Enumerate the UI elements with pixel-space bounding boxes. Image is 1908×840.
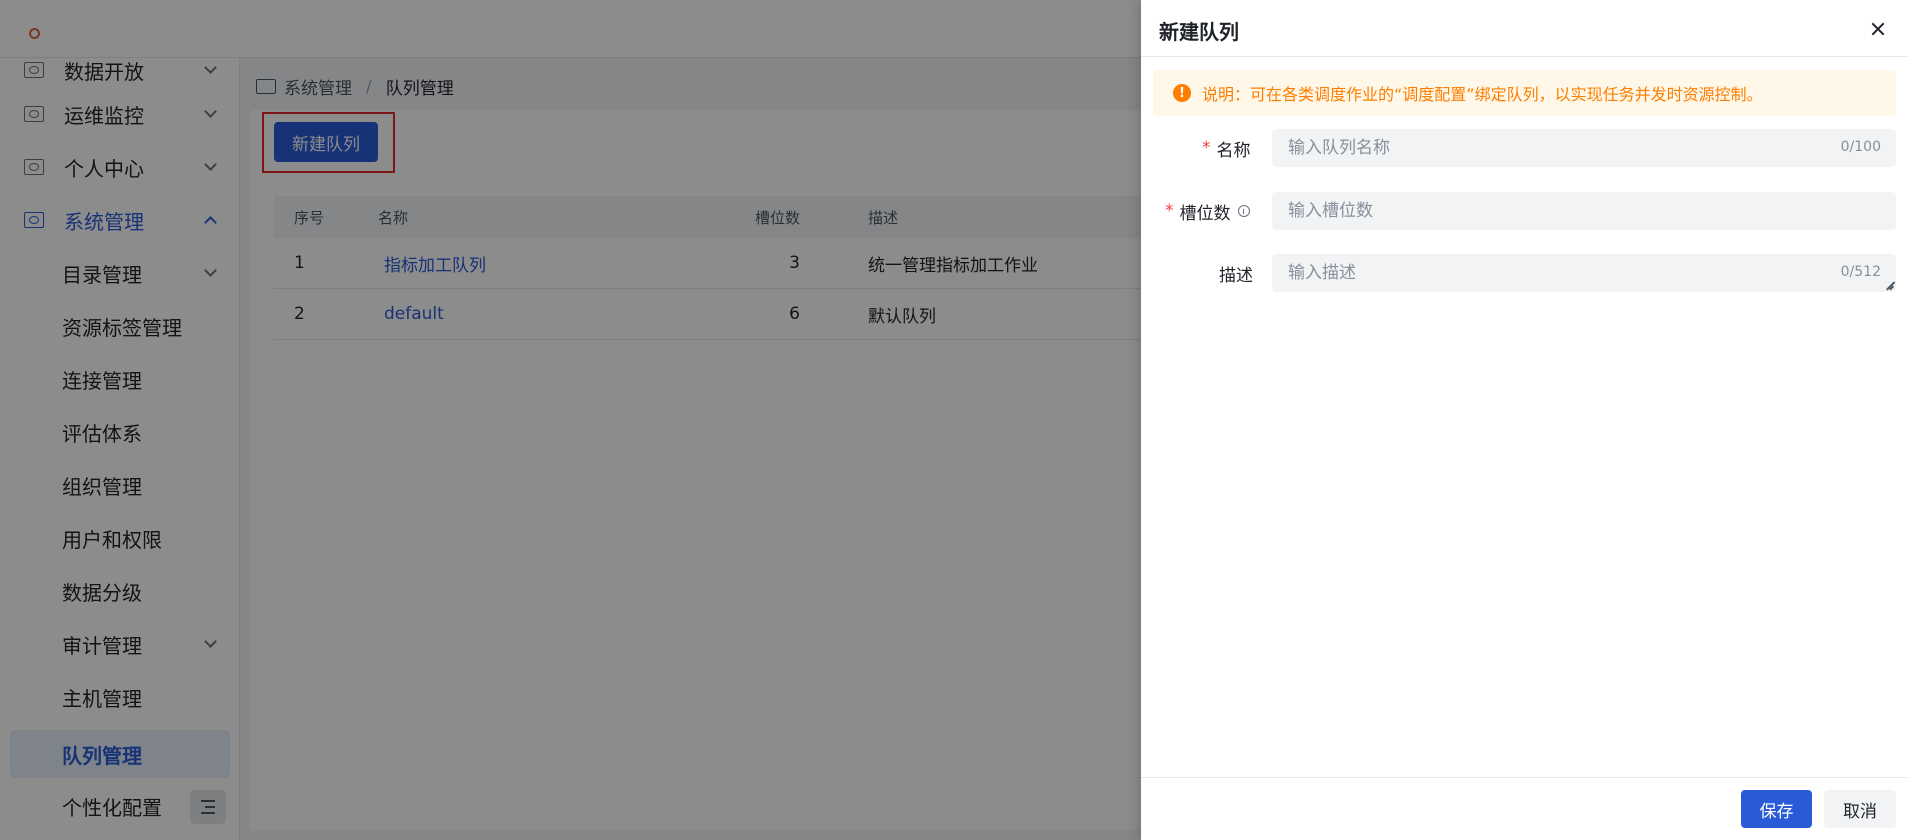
- name-char-counter: 0/100: [1840, 139, 1881, 155]
- description-label: 描述: [1219, 265, 1253, 286]
- form-row-slots: * 槽位数: [1141, 192, 1908, 230]
- name-label-text: 名称: [1216, 140, 1251, 161]
- description-textarea[interactable]: [1272, 254, 1896, 292]
- resize-handle-icon[interactable]: [1885, 281, 1894, 290]
- save-button[interactable]: 保存: [1741, 790, 1812, 828]
- slots-input[interactable]: [1272, 192, 1896, 230]
- notice-text: 说明：可在各类调度作业的“调度配置”绑定队列，以实现任务并发时资源控制。: [1202, 85, 1763, 104]
- slots-input-wrapper: [1272, 192, 1896, 230]
- drawer-title: 新建队列: [1159, 20, 1239, 44]
- queue-name-input[interactable]: [1272, 129, 1896, 167]
- notice-banner: ! 说明：可在各类调度作业的“调度配置”绑定队列，以实现任务并发时资源控制。: [1153, 70, 1896, 116]
- info-icon[interactable]: [1237, 205, 1250, 217]
- cancel-button[interactable]: 取消: [1824, 790, 1896, 828]
- drawer-footer: 保存 取消: [1141, 777, 1908, 840]
- create-queue-drawer: 新建队列 ! 说明：可在各类调度作业的“调度配置”绑定队列，以实现任务并发时资源…: [1141, 0, 1908, 840]
- slots-label-text: 槽位数: [1179, 203, 1231, 224]
- close-icon[interactable]: [1869, 20, 1887, 38]
- required-mark: *: [1165, 201, 1174, 221]
- slots-label: * 槽位数: [1165, 192, 1250, 230]
- name-label: * 名称: [1202, 129, 1251, 167]
- warning-icon: !: [1173, 84, 1191, 102]
- required-mark: *: [1202, 138, 1211, 158]
- name-input-wrapper: 0/100: [1272, 129, 1896, 167]
- form-row-description: 描述 0/512: [1141, 254, 1908, 292]
- drawer-header: 新建队列: [1141, 0, 1908, 57]
- description-char-counter: 0/512: [1840, 264, 1881, 280]
- description-input-wrapper: 0/512: [1272, 254, 1896, 292]
- form-row-name: * 名称 0/100: [1141, 129, 1908, 167]
